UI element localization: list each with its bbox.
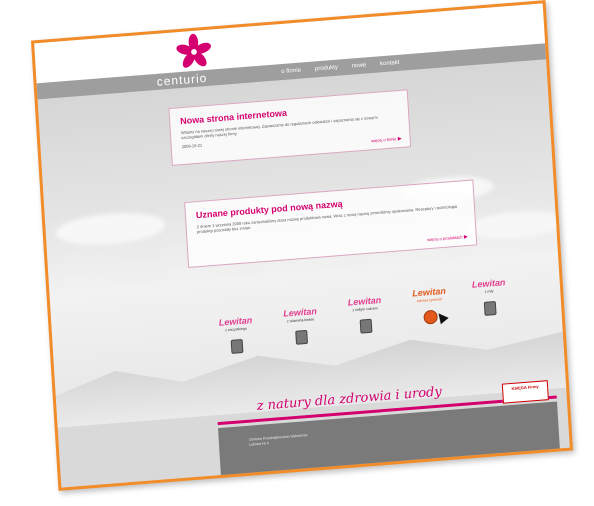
nav-item-kontakt[interactable]: kontakt (380, 55, 400, 72)
news-more-link[interactable]: więcej o firmie (371, 136, 402, 144)
flower-logo-icon[interactable] (174, 31, 214, 72)
product-item[interactable]: Lewitan z wszystkiego (211, 315, 261, 356)
jar-icon (230, 338, 244, 354)
nav-item-o-firmie[interactable]: o firmie (281, 63, 302, 81)
product-item-highlighted[interactable]: Lewitan zdrowa żywność (405, 285, 455, 326)
product-item[interactable]: Lewitan z witaminą kwasu (276, 305, 326, 346)
footer-text: Centurio Przedsiębiorstwo Wytwórcze Lubn… (249, 433, 308, 448)
products-more-link[interactable]: więcej o produktach (427, 234, 468, 243)
product-item[interactable]: Lewitan z żółtym cukrem (340, 294, 390, 335)
screenshot-frame: centurio o firmie produkty nowe kontakt … (30, 0, 574, 491)
nav-item-nowe[interactable]: nowe (351, 57, 367, 74)
jar-icon (295, 329, 309, 345)
nav-item-produkty[interactable]: produkty (314, 60, 338, 78)
product-item[interactable]: Lewitan z miły (464, 277, 514, 318)
footer-line: Centurio Przedsiębiorstwo Wytwórcze (248, 433, 308, 442)
footer-line: Lubnica Nr 4 (248, 441, 269, 447)
cloud (54, 209, 167, 249)
cloud (465, 208, 567, 243)
badge-label: KSIĘGA Firmy (511, 383, 539, 391)
jar-icon (359, 318, 373, 334)
jar-icon (483, 300, 497, 316)
ksiega-firmy-badge[interactable]: KSIĘGA Firmy (501, 380, 549, 404)
